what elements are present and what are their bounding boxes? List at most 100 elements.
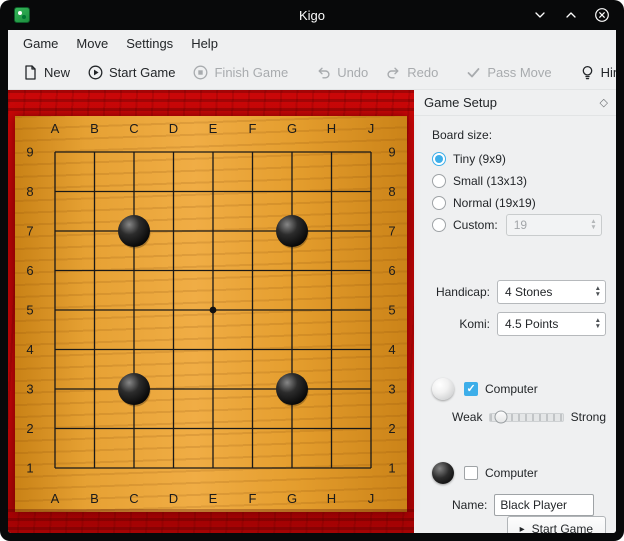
handicap-spinbox[interactable]: 4 Stones [497, 280, 606, 304]
board-size-option-3[interactable]: Custom:19 [432, 214, 606, 236]
minimize-button[interactable] [532, 7, 548, 23]
window-title: Kigo [0, 8, 624, 23]
handicap-row: Handicap: 4 Stones [432, 280, 606, 304]
kigo-window: Kigo Game Move Settings Help New [0, 0, 624, 541]
board-size-label: Board size: [432, 128, 606, 142]
svg-text:8: 8 [26, 184, 33, 199]
svg-text:3: 3 [388, 382, 395, 397]
close-button[interactable] [594, 7, 610, 23]
toolbar-button-label: Redo [407, 65, 438, 80]
toolbar-button-label: Finish Game [214, 65, 288, 80]
start-row: ▸ Start Game [432, 516, 606, 533]
chevron-down-icon [532, 7, 548, 23]
svg-text:4: 4 [388, 342, 395, 357]
svg-text:G: G [287, 121, 297, 136]
svg-text:2: 2 [388, 421, 395, 436]
toolbar-button-hint[interactable]: Hint [573, 60, 616, 85]
lightbulb-icon [579, 64, 596, 81]
toolbar-button-pass-move[interactable]: Pass Move [459, 60, 557, 85]
radio-icon[interactable] [432, 218, 446, 232]
spin-arrows-icon[interactable] [583, 219, 596, 231]
komi-label: Komi: [432, 317, 490, 331]
name-label: Name: [452, 498, 487, 512]
svg-text:A: A [51, 121, 60, 136]
strength-slider[interactable] [489, 413, 563, 422]
toolbar-button-new[interactable]: New [16, 60, 76, 85]
menu-game[interactable]: Game [14, 33, 67, 54]
white-computer-checkbox[interactable] [464, 382, 478, 396]
toolbar-button-label: New [44, 65, 70, 80]
svg-text:J: J [368, 121, 375, 136]
board-size-option-1[interactable]: Small (13x13) [432, 170, 606, 192]
svg-text:E: E [209, 121, 218, 136]
radio-icon[interactable] [432, 152, 446, 166]
svg-text:H: H [327, 491, 336, 506]
svg-text:1: 1 [388, 461, 395, 476]
chevron-up-icon [563, 7, 579, 23]
toolbar-button-undo[interactable]: Undo [309, 60, 374, 85]
strong-label: Strong [571, 410, 606, 424]
board-size-option-2[interactable]: Normal (19x19) [432, 192, 606, 214]
svg-text:9: 9 [388, 145, 395, 160]
play-circle-icon [87, 64, 104, 81]
menu-settings[interactable]: Settings [117, 33, 182, 54]
white-computer-label: Computer [485, 382, 538, 396]
spin-arrows-icon[interactable] [588, 318, 601, 330]
toolbar-button-redo[interactable]: Redo [379, 60, 444, 85]
go-board[interactable]: AABBCCDDEEFFGGHHJJ998877665544332211 [15, 116, 407, 512]
svg-text:8: 8 [388, 184, 395, 199]
toolbar-button-finish-game[interactable]: Finish Game [186, 60, 294, 85]
svg-text:4: 4 [26, 342, 33, 357]
handicap-value: 4 Stones [505, 285, 552, 299]
svg-text:J: J [368, 491, 375, 506]
svg-text:H: H [327, 121, 336, 136]
board-size-option-0[interactable]: Tiny (9x9) [432, 148, 606, 170]
menubar: Game Move Settings Help [8, 30, 616, 56]
svg-text:F: F [249, 121, 257, 136]
svg-text:5: 5 [388, 303, 395, 318]
toolbar-button-label: Hint [601, 65, 616, 80]
svg-text:6: 6 [388, 263, 395, 278]
svg-text:7: 7 [388, 224, 395, 239]
radio-icon[interactable] [432, 174, 446, 188]
custom-size-value: 19 [514, 218, 527, 232]
game-setup-panel: Game Setup Board size: Tiny (9x9)Small (… [414, 90, 616, 533]
custom-size-spinbox[interactable]: 19 [506, 214, 602, 236]
svg-text:B: B [90, 121, 99, 136]
menu-move[interactable]: Move [67, 33, 117, 54]
svg-text:3: 3 [26, 382, 33, 397]
stop-circle-icon [192, 64, 209, 81]
komi-row: Komi: 4.5 Points [432, 312, 606, 336]
strength-slider-handle[interactable] [494, 411, 507, 424]
black-name-row: Name: [452, 494, 606, 516]
svg-text:2: 2 [26, 421, 33, 436]
svg-text:6: 6 [26, 263, 33, 278]
svg-text:E: E [209, 491, 218, 506]
svg-text:9: 9 [26, 145, 33, 160]
menu-help[interactable]: Help [182, 33, 227, 54]
black-player-name-input[interactable] [494, 494, 594, 516]
toolbar-button-start-game[interactable]: Start Game [81, 60, 181, 85]
komi-value: 4.5 Points [505, 317, 558, 331]
board-area: AABBCCDDEEFFGGHHJJ998877665544332211 [8, 90, 414, 533]
panel-header: Game Setup [414, 90, 616, 116]
start-game-button[interactable]: ▸ Start Game [507, 516, 606, 533]
svg-text:D: D [169, 121, 178, 136]
spin-arrows-icon[interactable] [588, 286, 601, 298]
svg-text:7: 7 [26, 224, 33, 239]
svg-text:5: 5 [26, 303, 33, 318]
white-strength-row: Weak Strong [452, 410, 606, 424]
weak-label: Weak [452, 410, 482, 424]
komi-spinbox[interactable]: 4.5 Points [497, 312, 606, 336]
radio-icon[interactable] [432, 196, 446, 210]
black-computer-checkbox[interactable] [464, 466, 478, 480]
toolbar-button-label: Pass Move [487, 65, 551, 80]
svg-text:D: D [169, 491, 178, 506]
white-stone-icon [432, 378, 454, 400]
float-dock-icon[interactable] [600, 96, 608, 109]
panel-title: Game Setup [424, 95, 497, 110]
black-stone-icon [432, 462, 454, 484]
play-arrow-icon: ▸ [520, 524, 525, 534]
maximize-button[interactable] [563, 7, 579, 23]
start-game-label: Start Game [532, 522, 593, 533]
